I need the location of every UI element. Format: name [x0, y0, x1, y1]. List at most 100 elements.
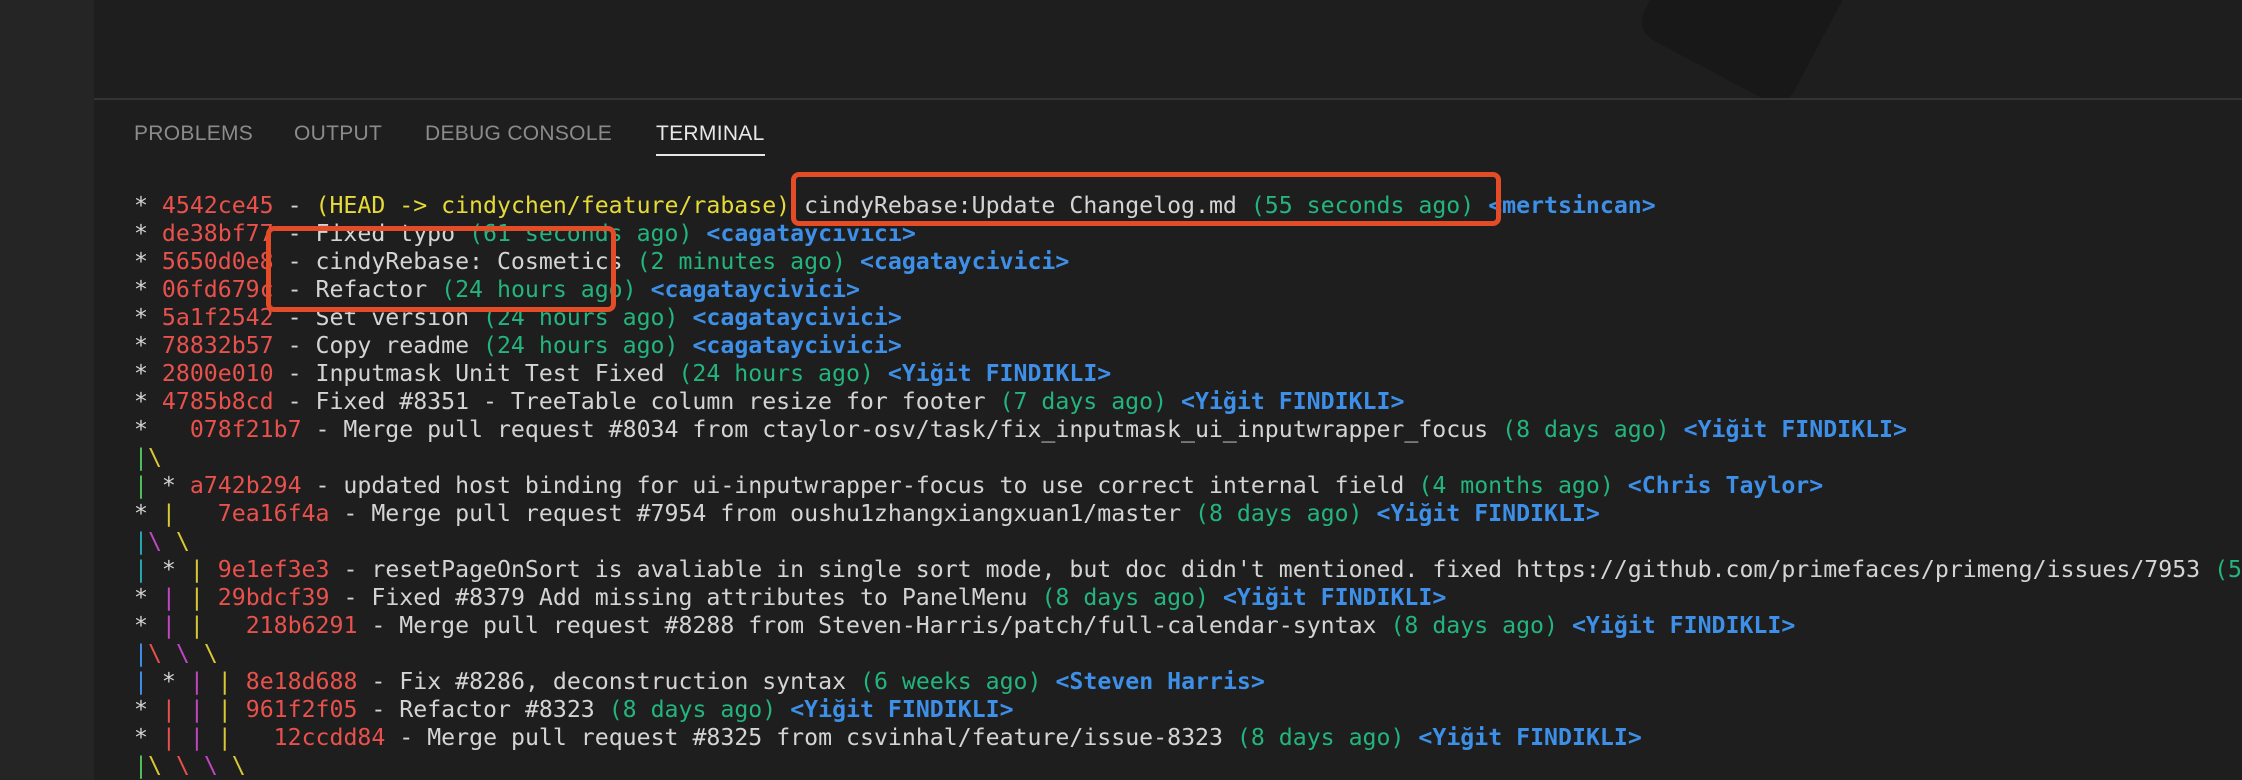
commit-time: (8 days ago) [1390, 612, 1558, 639]
graph-branch-line: | [134, 444, 148, 471]
commit-message: - Fix #8286, deconstruction syntax [357, 668, 860, 695]
commit-author: <cagataycivici> [706, 220, 916, 247]
terminal-line: * 78832b57 - Copy readme (24 hours ago) … [134, 332, 2242, 360]
commit-author: <cagataycivici> [692, 332, 902, 359]
terminal-line: * 5a1f2542 - Set version (24 hours ago) … [134, 304, 2242, 332]
terminal-output[interactable]: * 4542ce45 - (HEAD -> cindychen/feature/… [134, 192, 2242, 780]
commit-hash: 2800e010 [161, 360, 274, 387]
commit-hash: 961f2f05 [245, 696, 358, 723]
commit-message: - Fixed #8379 Add missing attributes to … [329, 584, 1042, 611]
commit-message [218, 752, 232, 779]
tab-terminal[interactable]: TERMINAL [656, 122, 765, 156]
commit-message [1558, 612, 1572, 639]
editor-area [94, 0, 2242, 98]
commit-author: <Yiğit FINDIKLI> [1683, 416, 1907, 443]
commit-hash: 7ea16f4a [217, 500, 330, 527]
graph-commit-marker: * [134, 360, 162, 387]
commit-message: - Merge pull request #7954 from oushu1zh… [329, 500, 1195, 527]
commit-message [204, 668, 218, 695]
graph-branch-line: \ [231, 752, 246, 779]
terminal-line: * de38bf77 - Fixed typo (61 seconds ago)… [134, 220, 2242, 248]
activity-bar [0, 0, 94, 780]
commit-hash: 4542ce45 [161, 192, 274, 219]
commit-time: (8 days ago) [1195, 500, 1363, 527]
commit-message [176, 500, 218, 527]
commit-time: (55 seconds ago) [1250, 192, 1475, 219]
graph-branch-line: | [134, 668, 148, 695]
tab-output[interactable]: OUTPUT [294, 122, 382, 154]
commit-message [232, 724, 274, 751]
commit-time: (8 days ago) [608, 696, 777, 723]
commit-message: - Fixed typo [273, 220, 470, 247]
graph-commit-marker: * [134, 388, 162, 415]
commit-hash: 078f21b7 [189, 416, 302, 443]
graph-branch-line: | [134, 640, 148, 667]
commit-message [190, 640, 204, 667]
commit-hash: a742b294 [189, 472, 302, 499]
tab-problems[interactable]: PROBLEMS [134, 122, 253, 154]
commit-author: <Yiğit FINDIKLI> [1571, 612, 1796, 639]
graph-branch-line: \ [147, 528, 162, 555]
commit-author: <Chris Taylor> [1627, 472, 1824, 499]
terminal-line: * 078f21b7 - Merge pull request #8034 fr… [134, 416, 2242, 444]
graph-branch-line: | [161, 696, 176, 723]
commit-message [162, 752, 176, 779]
bottom-panel: PROBLEMS OUTPUT DEBUG CONSOLE TERMINAL *… [94, 100, 2242, 780]
commit-message [1670, 416, 1684, 443]
commit-message [204, 556, 218, 583]
graph-branch-line: | [161, 584, 176, 611]
graph-branch-line: | [189, 724, 204, 751]
graph-branch-line: \ [175, 528, 190, 555]
commit-message [874, 360, 888, 387]
commit-message [204, 612, 246, 639]
commit-author: <Yiğit FINDIKLI> [1222, 584, 1447, 611]
commit-time: (4 months ago) [1418, 472, 1614, 499]
terminal-line: * | | 29bdcf39 - Fixed #8379 Add missing… [134, 584, 2242, 612]
commit-message: cindyRebase:Update Changelog.md [790, 192, 1251, 219]
terminal-line: * | 7ea16f4a - Merge pull request #7954 … [134, 500, 2242, 528]
graph-branch-line: \ [175, 752, 190, 779]
commit-message: - cindyRebase: Cosmetics [273, 248, 637, 275]
graph-commit-marker: * [134, 584, 162, 611]
commit-message [846, 248, 860, 275]
commit-hash: 06fd679c [161, 276, 274, 303]
commit-hash: 4785b8cd [161, 388, 274, 415]
commit-message [678, 304, 692, 331]
commit-message [204, 696, 218, 723]
graph-commit-marker: * [134, 220, 162, 247]
commit-hash: 5650d0e8 [161, 248, 274, 275]
commit-time: (24 hours ago) [483, 332, 679, 359]
commit-hash: de38bf77 [161, 220, 274, 247]
graph-branch-line: | [161, 612, 176, 639]
graph-commit-marker: * [134, 304, 162, 331]
graph-branch-line: | [161, 500, 176, 527]
commit-time: (8 days ago) [1502, 416, 1670, 443]
commit-author: <cagataycivici> [692, 304, 902, 331]
graph-commit-marker: * [134, 192, 162, 219]
commit-message [1363, 500, 1377, 527]
graph-branch-line: \ [203, 640, 218, 667]
commit-message: - Fixed #8351 - TreeTable column resize … [273, 388, 1000, 415]
graph-branch-line: | [161, 724, 176, 751]
tab-debug-console[interactable]: DEBUG CONSOLE [425, 122, 612, 154]
editor-watermark-logo [1634, 0, 1864, 98]
commit-message [204, 584, 218, 611]
commit-message [692, 220, 706, 247]
commit-time: (61 seconds ago) [469, 220, 693, 247]
commit-hash: 12ccdd84 [273, 724, 386, 751]
commit-message [176, 696, 190, 723]
commit-author: <Yiğit FINDIKLI> [1181, 388, 1405, 415]
graph-branch-line: | [189, 612, 204, 639]
commit-message: - Merge pull request #8288 from Steven-H… [357, 612, 1391, 639]
commit-message: - Merge pull request #8034 from ctaylor-… [301, 416, 1503, 443]
terminal-line: |\ \ \ [134, 640, 2242, 668]
graph-branch-line: | [217, 668, 232, 695]
terminal-line: * | | | 12ccdd84 - Merge pull request #8… [134, 724, 2242, 752]
graph-branch-line: | [134, 528, 148, 555]
commit-time: (7 days ago) [999, 388, 1168, 415]
commit-time: (24 hours ago) [678, 360, 874, 387]
commit-hash: 9e1ef3e3 [217, 556, 330, 583]
commit-hash: 29bdcf39 [217, 584, 330, 611]
graph-commit-marker: * [134, 416, 190, 443]
commit-time: (24 hours ago) [483, 304, 679, 331]
